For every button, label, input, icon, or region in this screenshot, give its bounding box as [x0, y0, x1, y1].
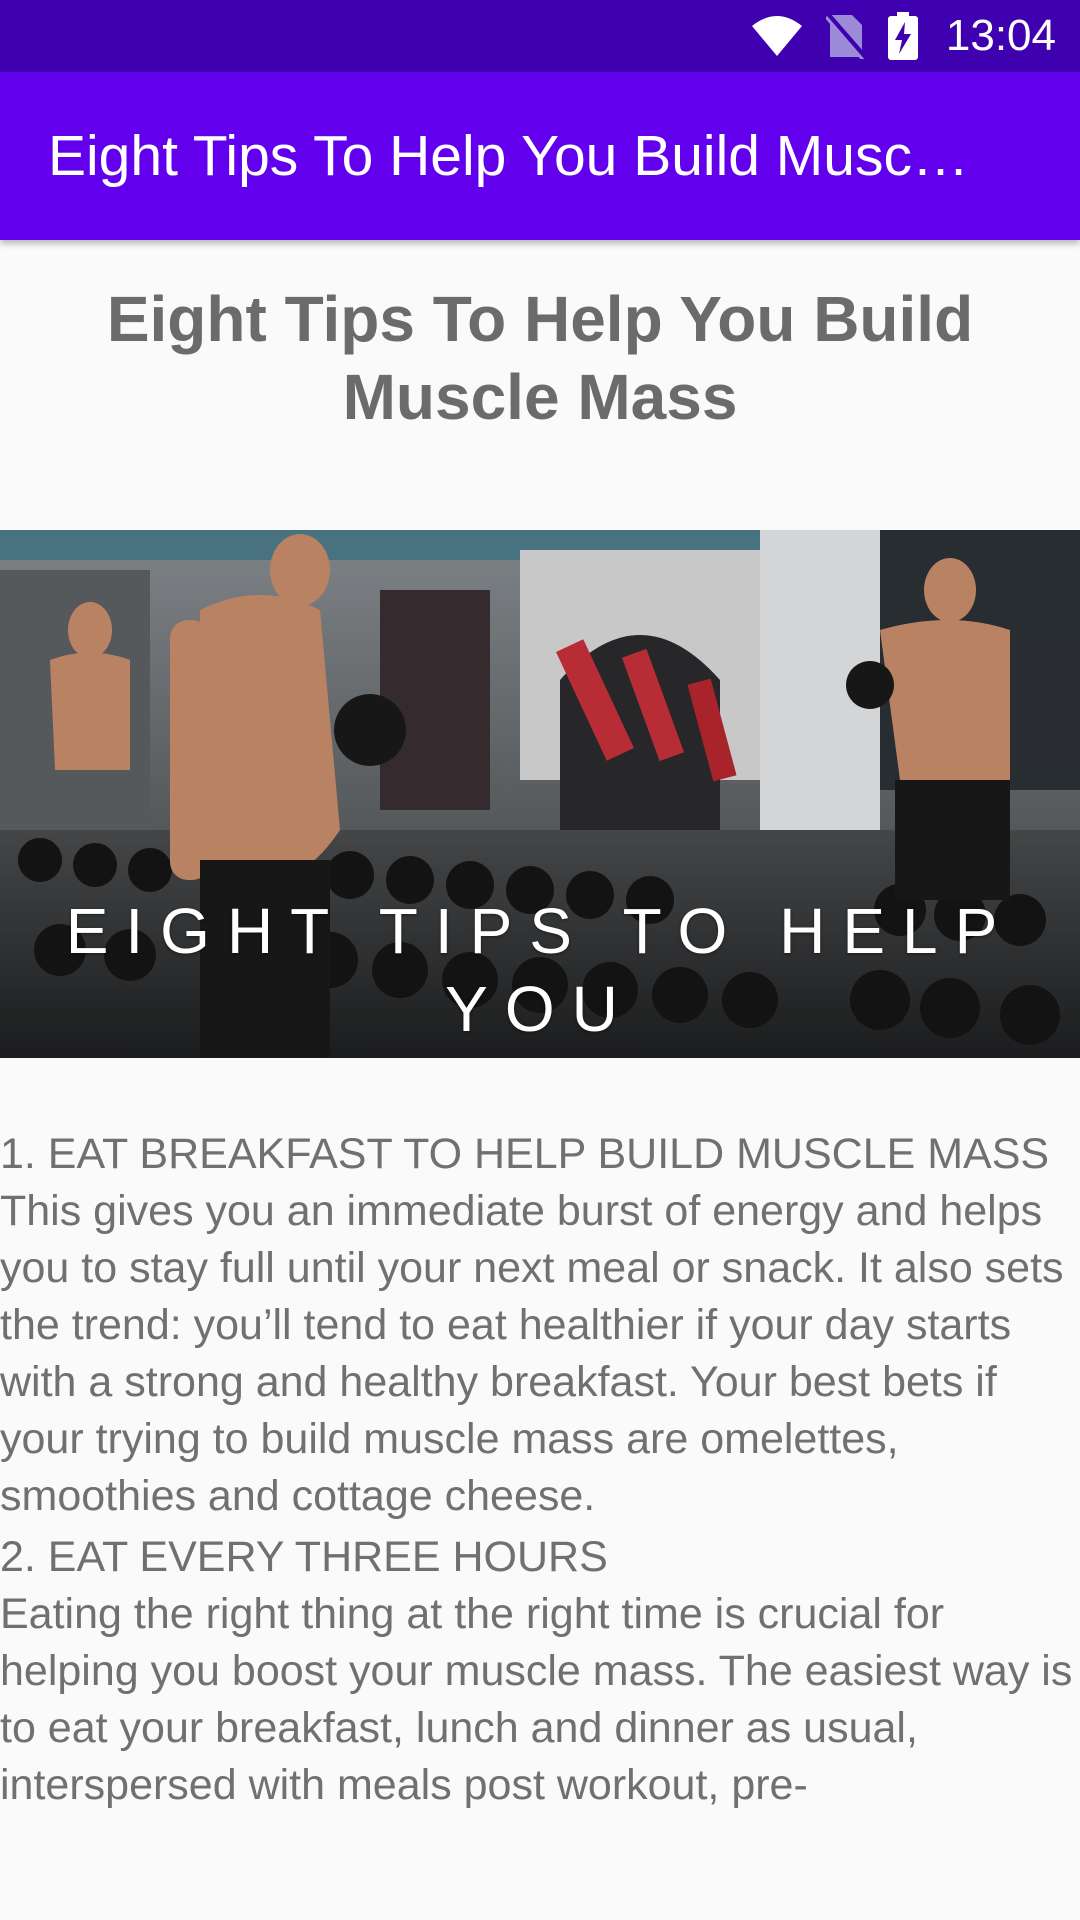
status-time: 13:04 — [945, 11, 1056, 60]
article-title: Eight Tips To Help You Build Muscle Mass — [106, 283, 974, 433]
article-scroll-view[interactable]: Eight Tips To Help You Build Muscle Mass — [0, 240, 1080, 1920]
section-heading: 1. EAT BREAKFAST TO HELP BUILD MUSCLE MA… — [0, 1130, 1050, 1178]
status-icons: 13:04 — [750, 0, 1056, 72]
section-text: Eating the right thing at the right time… — [0, 1590, 1073, 1809]
wifi-icon — [750, 14, 804, 58]
app-bar: Eight Tips To Help You Build Musc… — [0, 72, 1080, 240]
hero-caption-line-1: EIGHT TIPS TO HELP YOU — [65, 895, 1015, 1045]
section-text: This gives you an immediate burst of ene… — [0, 1187, 1064, 1520]
battery-charging-icon — [887, 12, 918, 60]
status-bar: 13:04 — [0, 0, 1080, 72]
hero-caption-line-2: BUILD MUSCLE MASS — [0, 1048, 1080, 1058]
article-body: 1. EAT BREAKFAST TO HELP BUILD MUSCLE MA… — [0, 1126, 1080, 1818]
app-bar-title: Eight Tips To Help You Build Musc… — [48, 124, 969, 188]
no-sim-icon — [825, 13, 866, 59]
hero-caption: EIGHT TIPS TO HELP YOU BUILD MUSCLE MASS — [0, 892, 1080, 1058]
section-heading: 2. EAT EVERY THREE HOURS — [0, 1533, 608, 1581]
hero-image: EIGHT TIPS TO HELP YOU BUILD MUSCLE MASS — [0, 530, 1080, 1058]
